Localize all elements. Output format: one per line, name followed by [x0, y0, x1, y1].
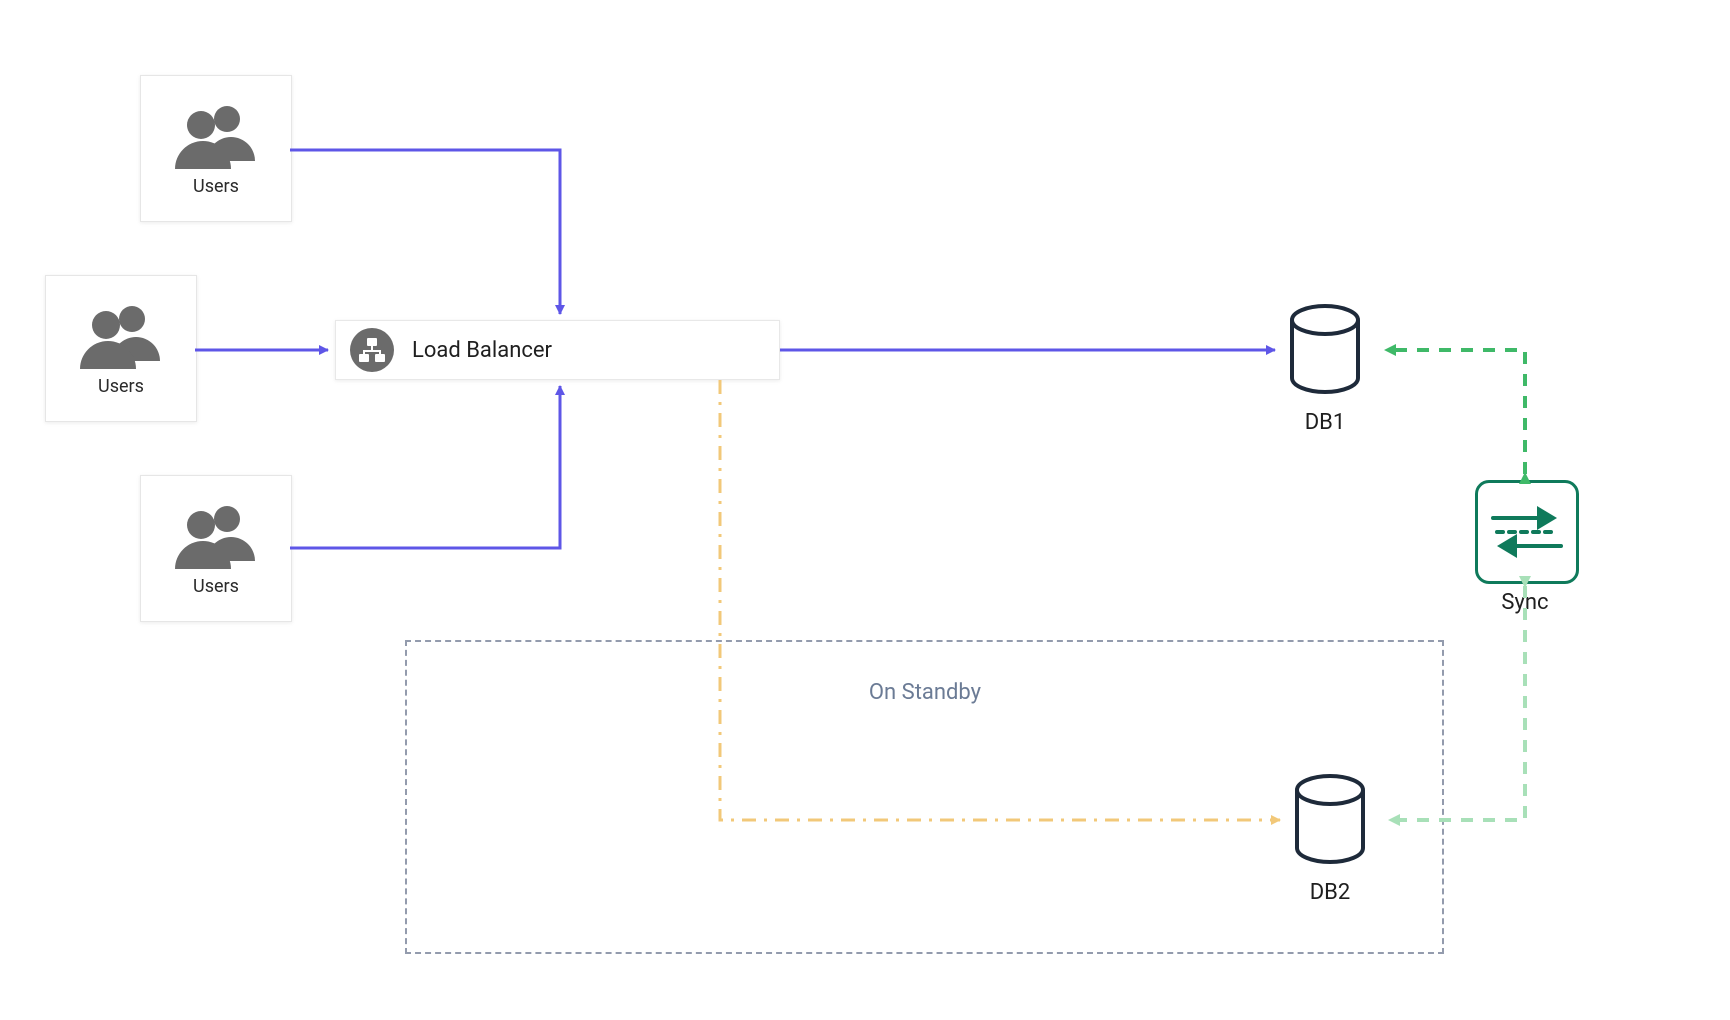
- db2-label: DB2: [1270, 880, 1390, 905]
- standby-label: On Standby: [825, 680, 1025, 705]
- edge-users3-lb: [290, 386, 560, 548]
- users-label: Users: [98, 376, 144, 397]
- users-node-3: Users: [140, 475, 292, 622]
- users-icon: [76, 301, 166, 376]
- load-balancer-node: Load Balancer: [335, 320, 780, 380]
- users-node-2: Users: [45, 275, 197, 422]
- users-node-1: Users: [140, 75, 292, 222]
- edge-sync-db1: [1386, 350, 1525, 474]
- load-balancer-label: Load Balancer: [412, 338, 552, 363]
- network-icon: [350, 328, 394, 372]
- edge-users1-lb: [290, 150, 560, 314]
- users-icon: [171, 501, 261, 576]
- users-label: Users: [193, 576, 239, 597]
- sync-icon: [1487, 500, 1567, 564]
- db1-icon: [1280, 300, 1370, 400]
- db2-icon: [1285, 770, 1375, 870]
- sync-node: [1475, 480, 1579, 584]
- db1-label: DB1: [1265, 410, 1385, 435]
- users-label: Users: [193, 176, 239, 197]
- users-icon: [171, 101, 261, 176]
- sync-label: Sync: [1465, 590, 1585, 615]
